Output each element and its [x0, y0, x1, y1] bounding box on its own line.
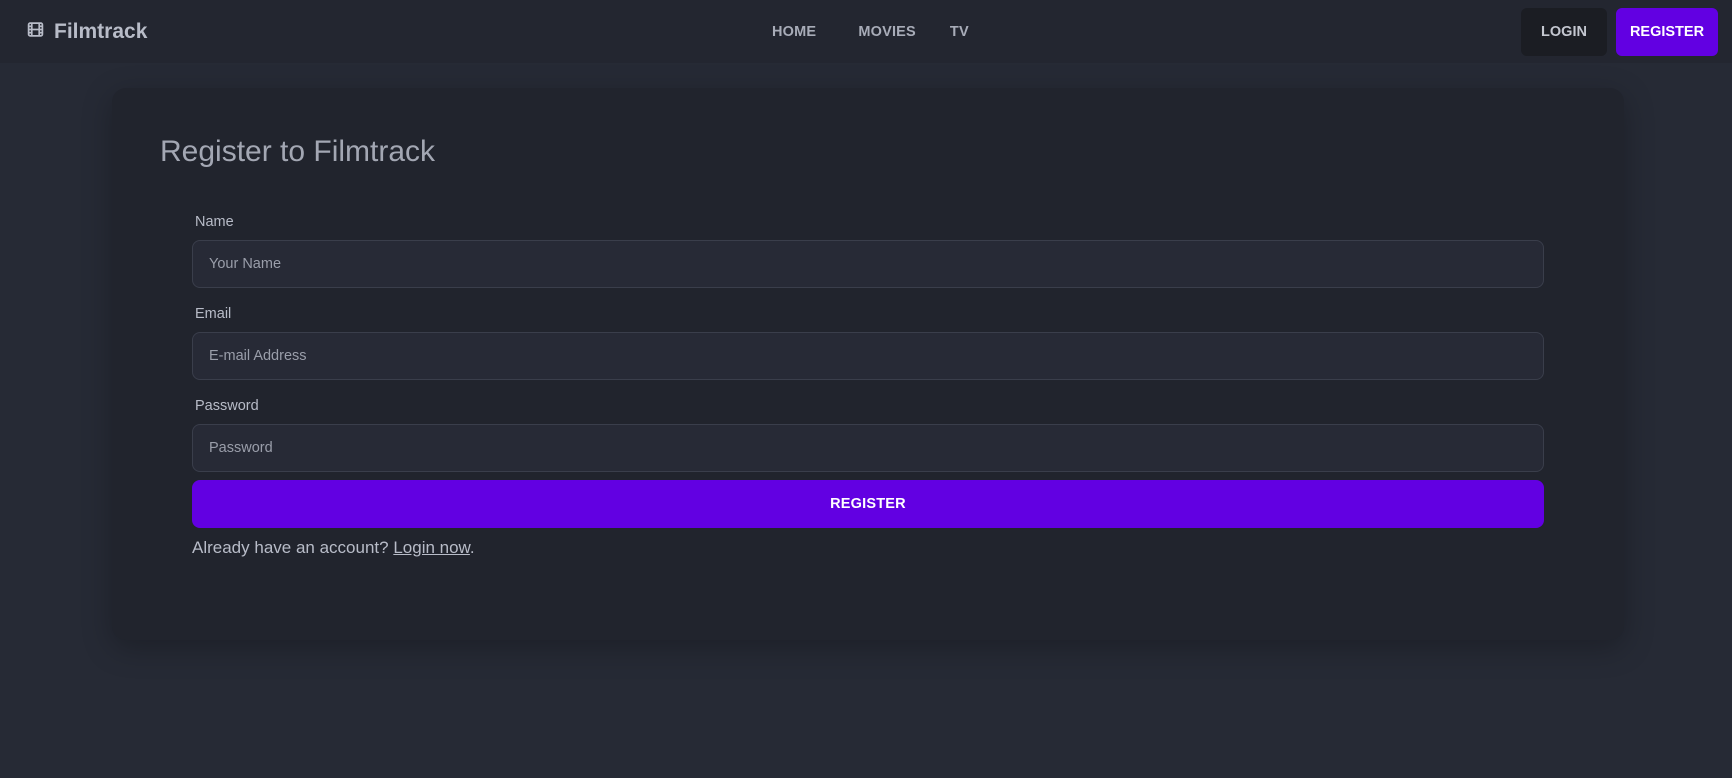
email-field-group: Email [192, 304, 1544, 396]
name-field-group: Name [192, 212, 1544, 304]
film-icon [27, 20, 44, 44]
email-label: Email [195, 306, 232, 322]
name-input[interactable] [192, 240, 1544, 288]
email-input[interactable] [192, 332, 1544, 380]
login-prompt-period: . [469, 538, 475, 557]
brand-logo[interactable]: Filmtrack [27, 0, 147, 63]
register-submit-button[interactable]: REGISTER [192, 480, 1544, 528]
top-navbar: Filmtrack HOME MOVIES TV LOGIN REGISTER [0, 0, 1732, 63]
register-card: Register to Filmtrack Name Email Passwor… [112, 88, 1624, 640]
password-field-group: Password [192, 396, 1544, 480]
login-prompt-text: Already have an account? [192, 538, 389, 557]
nav-link-tv[interactable]: TV [950, 24, 969, 40]
password-input[interactable] [192, 424, 1544, 472]
page-title: Register to Filmtrack [160, 135, 436, 168]
name-label: Name [195, 214, 234, 230]
register-form: Name Email Password REGISTER Already hav… [192, 212, 1544, 558]
nav-link-movies[interactable]: MOVIES [858, 24, 916, 40]
login-button[interactable]: LOGIN [1521, 8, 1607, 56]
nav-link-home[interactable]: HOME [772, 24, 816, 40]
brand-name: Filmtrack [54, 19, 148, 43]
login-prompt: Already have an account? Login now. [192, 538, 1544, 558]
register-nav-button[interactable]: REGISTER [1616, 8, 1718, 56]
main-nav: HOME MOVIES TV [772, 0, 969, 63]
auth-buttons: LOGIN REGISTER [1521, 8, 1718, 56]
password-label: Password [195, 398, 259, 414]
login-now-link[interactable]: Login now [393, 538, 470, 557]
